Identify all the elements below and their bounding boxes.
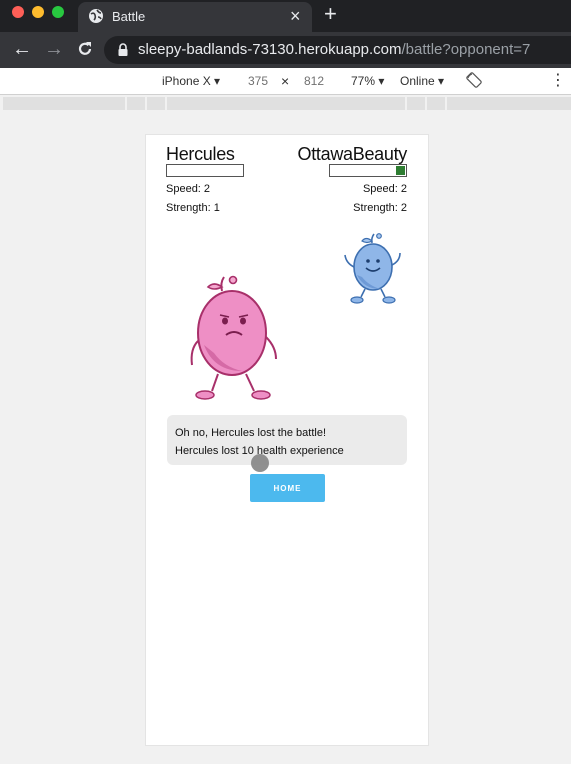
media-query-ruler [0,95,571,112]
globe-icon [88,8,104,29]
tab-close-icon[interactable]: × [290,6,301,26]
player-creature-image [190,275,277,400]
rotate-icon[interactable] [466,72,482,91]
url-text: sleepy-badlands-73130.herokuapp.com/batt… [138,41,530,58]
player-strength: Strength: 1 [166,202,220,214]
browser-titlebar: Battle × + [0,0,571,32]
home-button[interactable]: HOME [250,474,325,502]
device-select[interactable]: iPhone X ▾ [162,74,220,88]
back-arrow-icon[interactable]: ← [12,38,32,60]
battle-result-message: Oh no, Hercules lost the battle! Hercule… [167,415,407,465]
browser-toolbar: ← → sleepy-badlands-73130.herokuapp.com/… [0,32,571,68]
close-window-button[interactable] [12,6,24,18]
dimension-separator: × [281,73,290,89]
device-toolbar: iPhone X ▾ 375 × 812 77% ▾ Online ▾ ⋮ [0,68,571,95]
player-name: Hercules [166,144,235,164]
player-speed: Speed: 2 [166,183,211,195]
ruler-segment[interactable] [127,97,145,110]
opponent-speed: Speed: 2 [362,183,407,195]
maximize-window-button[interactable] [52,6,64,18]
opponent-creature-image [344,233,401,304]
ruler-segment[interactable] [427,97,445,110]
player-health-bar [166,164,244,177]
ruler-segment[interactable] [407,97,425,110]
address-bar[interactable]: sleepy-badlands-73130.herokuapp.com/batt… [104,36,571,64]
ruler-segment[interactable] [447,97,571,110]
url-path: /battle?opponent=7 [401,41,531,58]
ruler-segment[interactable] [167,97,405,110]
viewport-width-input[interactable]: 375 [248,74,268,88]
browser-tab[interactable]: Battle × [78,2,312,32]
new-tab-button[interactable]: + [324,3,337,25]
tab-title: Battle [112,9,146,24]
network-throttle-select[interactable]: Online ▾ [400,74,444,88]
zoom-select[interactable]: 77% ▾ [351,74,384,88]
reload-icon[interactable] [76,38,94,63]
more-options-icon[interactable]: ⋮ [550,70,566,90]
battle-message-line: Hercules lost 10 health experience [175,445,344,457]
opponent-strength: Strength: 2 [353,202,407,214]
viewport-height-input[interactable]: 812 [304,74,324,88]
lock-icon [118,43,128,61]
forward-arrow-icon[interactable]: → [44,38,64,60]
battle-message-line: Oh no, Hercules lost the battle! [175,427,327,439]
opponent-name: OttawaBeauty [297,144,408,164]
opponent-health-fill [396,166,405,175]
ruler-segment[interactable] [3,97,125,110]
minimize-window-button[interactable] [32,6,44,18]
touch-cursor-indicator [251,454,269,472]
url-host: sleepy-badlands-73130.herokuapp.com [138,41,402,58]
device-viewport: Hercules OttawaBeauty Speed: 2 Strength:… [145,134,429,746]
opponent-health-bar [329,164,407,177]
ruler-segment[interactable] [147,97,165,110]
